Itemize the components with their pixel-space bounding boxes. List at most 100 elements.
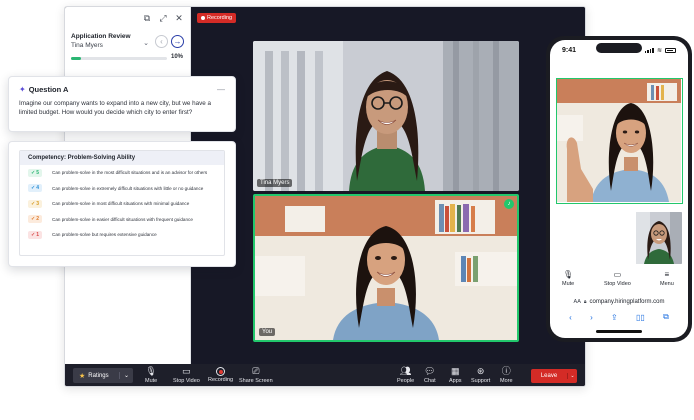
back-arrow-icon[interactable]: ‹	[569, 313, 572, 322]
stop-video-button[interactable]: ▭ Stop Video	[173, 366, 200, 384]
phone-self-video-image	[636, 212, 682, 264]
phone-stop-video-button[interactable]: ▭ Stop Video	[604, 270, 631, 287]
competency-row[interactable]: ✓ 2 Can problem-solve in easier difficult …	[20, 212, 224, 228]
check-icon: ✓	[31, 200, 36, 207]
review-progress-bar	[71, 57, 167, 60]
ratings-button[interactable]: ★ Ratings ⌄	[73, 368, 133, 383]
popout-icon[interactable]: ⧉	[140, 11, 154, 25]
share-icon[interactable]: ⇪	[611, 313, 618, 322]
rating-description: Can problem-solve in extremely difficult…	[52, 185, 204, 191]
application-review-selector[interactable]: Application Review Tina Myers ⌄	[71, 33, 151, 49]
share-screen-label: Share Screen	[239, 378, 273, 384]
sparkle-icon: ✦	[19, 85, 26, 94]
wifi-icon: ≋	[656, 47, 662, 54]
next-candidate-button[interactable]: →	[171, 35, 184, 48]
more-button[interactable]: ⓘ More	[500, 366, 513, 384]
forward-arrow-icon[interactable]: ›	[590, 313, 593, 322]
apps-label: Apps	[449, 378, 462, 384]
rating-value: 3	[36, 200, 39, 207]
more-label: More	[500, 378, 513, 384]
rating-description: Can problem-solve in most difficult situ…	[52, 201, 190, 207]
phone-meeting-toolbar: 🎙︎ Mute ▭ Stop Video ≡ Menu	[550, 268, 688, 292]
rating-badge: ✓ 5	[28, 168, 42, 177]
bookmarks-icon[interactable]: ▯▯	[636, 313, 645, 322]
participant-tile-you[interactable]: You ♪	[253, 194, 519, 342]
chat-button[interactable]: 💬︎ Chat	[424, 366, 436, 384]
rating-value: 4	[36, 185, 39, 192]
question-text: Imagine our company wants to expand into…	[19, 100, 212, 116]
apps-icon: ▦	[451, 366, 460, 376]
home-indicator	[596, 330, 642, 333]
share-screen-icon: ⎚	[252, 366, 260, 376]
chat-label: Chat	[424, 378, 436, 384]
competency-row[interactable]: ✓ 5 Can problem-solve in the most difficul…	[20, 165, 224, 181]
recording-dot-icon	[201, 16, 205, 20]
participant-video-you	[255, 196, 517, 340]
expand-icon[interactable]: ⤢	[156, 11, 170, 25]
phone-menu-button[interactable]: ≡ Menu	[660, 270, 674, 287]
rating-value: 1	[36, 231, 39, 238]
people-label: People	[397, 378, 415, 384]
browser-nav-bar: ‹ › ⇪ ▯▯ ⧉	[550, 310, 688, 324]
phone-participant-video-image	[557, 79, 681, 202]
browser-url-bar[interactable]: AA 🔒︎ company.hiringplatform.com	[558, 296, 680, 307]
chevron-down-icon[interactable]: ⌄	[567, 373, 577, 379]
panel-window-controls: ⧉ ⤢ ✕	[65, 7, 190, 29]
review-progress-fill	[71, 57, 81, 60]
recording-badge: Recording	[197, 13, 237, 23]
rating-description: Can problem-solve in easier difficult si…	[52, 216, 193, 222]
phone-device: 9:41 ≋ 🎙︎ Mute ▭ Stop Video ≡ Menu AA 🔒︎…	[546, 36, 692, 342]
chevron-down-icon: ⌄	[143, 40, 149, 47]
signal-icon	[644, 47, 654, 53]
recording-button[interactable]: Recording	[208, 366, 233, 383]
speaking-indicator-icon: ♪	[504, 199, 514, 209]
apps-button[interactable]: ▦ Apps	[449, 366, 462, 384]
text-size-button[interactable]: AA	[574, 299, 581, 305]
chevron-left-icon: ‹	[160, 37, 163, 46]
rating-badge: ✓ 2	[28, 215, 42, 224]
microphone-icon: 🎙︎	[145, 366, 157, 376]
close-icon[interactable]: ✕	[172, 11, 186, 25]
mute-label: Mute	[145, 378, 158, 384]
people-button[interactable]: 👥︎ People	[397, 366, 414, 384]
competency-row[interactable]: ✓ 3 Can problem-solve in most difficult si…	[20, 196, 224, 212]
stage: ⧉ ⤢ ✕ Application Review Tina Myers ⌄ ‹ …	[0, 0, 694, 420]
competency-row[interactable]: ✓ 1 Can problem-solve but requires extensi…	[20, 227, 224, 243]
hamburger-menu-icon: ≡	[664, 270, 670, 279]
phone-stop-video-label: Stop Video	[604, 281, 631, 287]
support-label: Support	[471, 378, 491, 384]
check-icon: ✓	[31, 169, 36, 176]
tabs-icon[interactable]: ⧉	[663, 312, 669, 322]
star-icon: ★	[79, 372, 86, 380]
phone-mute-label: Mute	[562, 281, 575, 287]
battery-icon	[665, 47, 676, 53]
collapse-icon[interactable]: —	[217, 85, 225, 94]
competency-rows: ✓ 5 Can problem-solve in the most difficul…	[20, 165, 224, 243]
phone-status-bar: 9:41 ≋	[550, 40, 688, 60]
rating-description: Can problem-solve but requires extensive…	[52, 232, 157, 238]
previous-candidate-button[interactable]: ‹	[155, 35, 168, 48]
panel-title: Application Review	[71, 33, 131, 40]
participant-tile-tina[interactable]: Tina Myers	[253, 41, 519, 191]
competency-row[interactable]: ✓ 4 Can problem-solve in extremely difficu…	[20, 181, 224, 197]
leave-button[interactable]: Leave ⌄	[531, 369, 577, 383]
people-icon: 👥︎	[399, 366, 412, 376]
phone-mute-button[interactable]: 🎙︎ Mute	[562, 270, 574, 287]
participant-video-tina	[253, 41, 519, 191]
check-icon: ✓	[31, 185, 36, 192]
mute-button[interactable]: 🎙︎ Mute	[145, 366, 157, 384]
phone-self-video[interactable]	[636, 212, 682, 264]
share-screen-button[interactable]: ⎚ Share Screen	[239, 366, 273, 384]
browser-url: company.hiringplatform.com	[589, 298, 665, 305]
competency-card: Competency: Problem-Solving Ability ✓ 5 Ca…	[8, 141, 236, 267]
phone-screen: 9:41 ≋ 🎙︎ Mute ▭ Stop Video ≡ Menu AA 🔒︎…	[550, 40, 688, 338]
question-card: ✦ Question A — Imagine our company wants…	[8, 76, 236, 132]
rating-badge: ✓ 1	[28, 230, 42, 239]
competency-table: Competency: Problem-Solving Ability ✓ 5 Ca…	[19, 150, 225, 256]
recording-badge-label: Recording	[207, 15, 233, 21]
support-button[interactable]: ⊛ Support	[471, 366, 490, 384]
chevron-down-icon[interactable]: ⌄	[119, 372, 133, 379]
video-camera-icon: ▭	[613, 270, 622, 279]
check-icon: ✓	[31, 216, 36, 223]
phone-participant-video[interactable]	[556, 78, 683, 204]
